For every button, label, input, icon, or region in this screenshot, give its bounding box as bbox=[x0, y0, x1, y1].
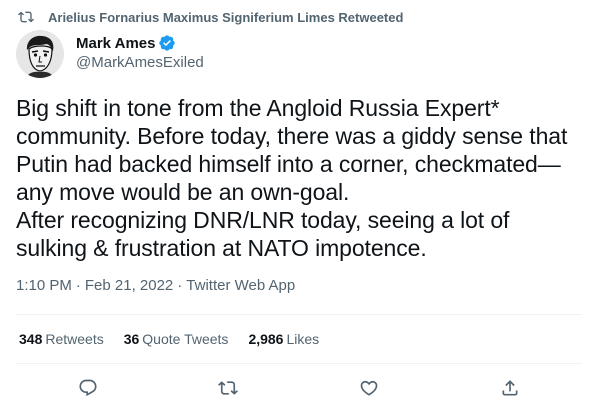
tweet-text-line: Big shift in tone from the Angloid Russi… bbox=[16, 95, 500, 121]
meta-separator: · bbox=[75, 277, 81, 294]
meta-separator: · bbox=[177, 277, 183, 294]
verified-badge-icon bbox=[158, 34, 176, 52]
tweet-date[interactable]: Feb 21, 2022 bbox=[85, 277, 173, 294]
share-icon bbox=[500, 378, 520, 403]
retweet-icon bbox=[18, 9, 34, 25]
reply-button[interactable] bbox=[77, 379, 99, 401]
retweet-button[interactable] bbox=[217, 379, 239, 401]
tweet-text-line: After recognizing DNR/LNR today, seeing … bbox=[16, 207, 510, 233]
likes-count: 2,986 bbox=[248, 331, 284, 347]
retweeted-by-header: Arielius Fornarius Maximus Signiferium L… bbox=[16, 8, 403, 26]
reply-icon bbox=[78, 378, 98, 403]
quote-tweets-label: Quote Tweets bbox=[142, 331, 229, 347]
likes-stat[interactable]: 2,986 Likes bbox=[248, 331, 319, 347]
tweet-metadata: 1:10 PM · Feb 21, 2022 · Twitter Web App bbox=[16, 277, 295, 294]
likes-label: Likes bbox=[286, 331, 320, 347]
tweet-action-bar bbox=[0, 374, 598, 404]
retweets-count: 348 bbox=[19, 331, 43, 347]
quote-tweets-stat[interactable]: 36 Quote Tweets bbox=[124, 331, 229, 347]
retweeted-by-text[interactable]: Arielius Fornarius Maximus Signiferium L… bbox=[48, 10, 403, 25]
tweet-stats: 348 Retweets 36 Quote Tweets 2,986 Likes bbox=[19, 331, 339, 347]
tweet-text-line: community. Before today, there was a gid… bbox=[16, 123, 568, 149]
quote-tweets-count: 36 bbox=[123, 331, 140, 347]
tweet-source[interactable]: Twitter Web App bbox=[186, 277, 295, 294]
author-handle[interactable]: @MarkAmesExiled bbox=[76, 54, 204, 71]
retweets-label: Retweets bbox=[45, 331, 104, 347]
tweet-author: Mark Ames @MarkAmesExiled bbox=[16, 30, 204, 78]
divider bbox=[16, 363, 582, 364]
retweets-stat[interactable]: 348 Retweets bbox=[19, 331, 104, 347]
tweet-time[interactable]: 1:10 PM bbox=[16, 277, 72, 294]
tweet-text-line: Putin had backed himself into a corner, … bbox=[16, 151, 561, 177]
tweet-text-line: sulking & frustration at NATO impotence. bbox=[16, 235, 427, 261]
tweet-text-line: any move would be an own-goal. bbox=[16, 179, 350, 205]
avatar[interactable] bbox=[16, 30, 64, 78]
retweet-icon bbox=[218, 378, 238, 403]
author-display-name[interactable]: Mark Ames bbox=[76, 35, 155, 52]
share-button[interactable] bbox=[499, 379, 521, 401]
tweet-text: Big shift in tone from the Angloid Russi… bbox=[16, 94, 586, 262]
like-button[interactable] bbox=[358, 379, 380, 401]
heart-icon bbox=[359, 378, 379, 403]
divider bbox=[16, 314, 582, 315]
